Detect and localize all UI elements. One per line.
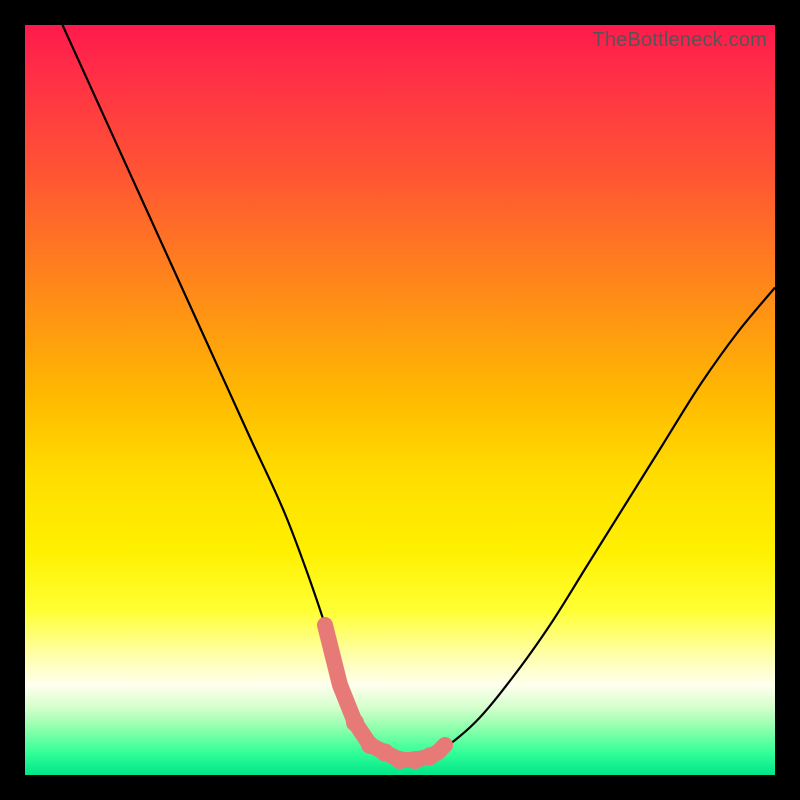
plot-area: TheBottleneck.com [25,25,775,775]
highlight-markers [319,619,452,770]
marker-dot [439,739,452,752]
curve-line [63,25,776,761]
bottleneck-curve [25,25,775,775]
marker-dot [346,714,364,732]
marker-dot [334,679,347,692]
marker-dot [319,619,332,632]
marker-dot [406,751,424,769]
chart-frame: TheBottleneck.com [0,0,800,800]
marker-band [325,625,445,760]
